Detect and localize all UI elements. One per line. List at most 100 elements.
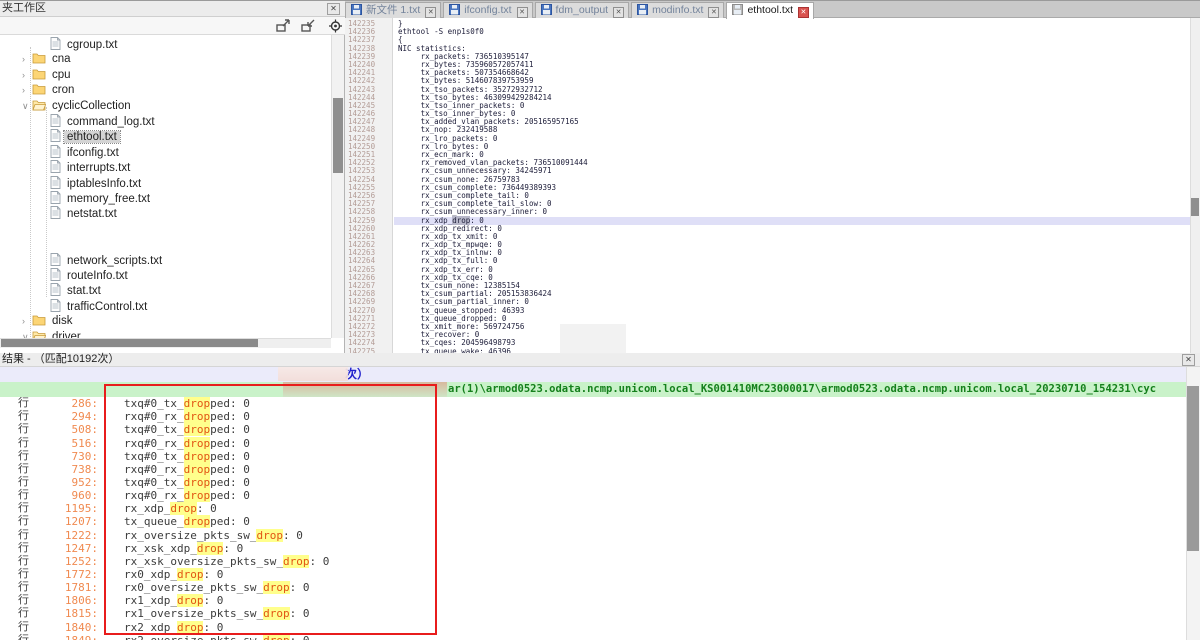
result-line-number: 1840: [38,621,98,634]
tab-close-icon[interactable]: ✕ [517,7,528,18]
workspace-panel-title: 夹工作区 [0,2,46,14]
tab-close-icon[interactable]: ✕ [708,7,719,18]
editor-line-text: rx_xdp_tx_mpwqe: 0 [394,241,1190,249]
row-label: 行 [18,542,29,555]
folder-icon [32,68,46,80]
result-line-number: 952: [38,476,98,489]
tree-file-command-log-txt[interactable]: command_log.txt [50,114,158,129]
tab-label: fdm_output [556,4,609,16]
editor-line-text: rx_xdp_tx_full: 0 [394,257,1190,265]
tree-item-label: trafficControl.txt [64,301,150,313]
row-label: 行 [18,397,29,410]
tree-item-label: cgroup.txt [64,39,121,51]
tree-folder-disk[interactable]: › disk [22,314,75,329]
editor-line-text: rx_xdp_tx_err: 0 [394,266,1190,274]
chevron-right-icon[interactable]: › [22,314,32,329]
editor-line-text: tx_cqes: 204596498793 [394,339,1190,347]
row-label: 行 [18,555,29,568]
editor-line-text: rx_xdp_tx_inlnw: 0 [394,249,1190,257]
file-icon [50,176,61,189]
results-vertical-scrollbar-thumb[interactable] [1187,386,1199,551]
file-icon [50,299,61,312]
tree-item-label: network_scripts.txt [64,255,165,267]
tree-folder-driver[interactable]: ∨ driver [22,330,84,338]
tab-ethtool-txt[interactable]: ethtool.txt✕ [726,2,814,19]
workspace-close-icon[interactable]: ✕ [327,3,340,15]
tree-item-label: stat.txt [64,285,104,297]
editor-vertical-scrollbar[interactable] [1190,18,1200,353]
workspace-panel-header: 夹工作区 ✕ [0,1,345,17]
redaction-blur [278,367,348,381]
tab-close-icon[interactable]: ✕ [798,7,809,18]
search-results-header: 结果 - （匹配10192次） ✕ [0,353,1200,367]
tree-file-stat-txt[interactable]: stat.txt [50,283,104,298]
chevron-down-icon[interactable]: ∨ [22,99,32,114]
editor-line: 142236ethtool -S enp1s0f0 [345,28,1190,36]
tab-label: modinfo.txt [652,4,703,16]
file-icon [50,191,61,204]
tree-folder-cpu[interactable]: › cpu [22,68,74,83]
editor-line-text: rx_xdp_tx_xmit: 0 [394,233,1190,241]
tab-label: 新文件 1.txt [366,4,420,16]
tree-folder-cna[interactable]: › cna [22,52,74,67]
chevron-right-icon[interactable]: › [22,68,32,83]
result-line-number: 1195: [38,502,98,515]
file-icon [50,114,61,127]
tree-item-label: cpu [49,69,74,81]
editor-content[interactable]: 142235}142236ethtool -S enp1s0f0142237{1… [345,20,1190,353]
tree-file-network-scripts-txt[interactable]: network_scripts.txt [50,253,165,268]
tree-file-interrupts-txt[interactable]: interrupts.txt [50,160,133,175]
tree-file-netstat-txt[interactable]: netstat.txt [50,206,120,221]
row-label: 行 [18,410,29,423]
tab-modinfo-txt[interactable]: modinfo.txt ✕ [631,2,724,18]
row-label: 行 [18,515,29,528]
tree-file-memory-free-txt[interactable]: memory_free.txt [50,191,153,206]
tree-file-routeinfo-txt[interactable]: routeInfo.txt [50,268,131,283]
expand-all-icon[interactable] [276,19,291,33]
collapse-all-icon[interactable] [301,19,316,33]
tree-folder-cycliccollection[interactable]: ∨ cyclicCollection [22,99,134,114]
tree-folder-cron[interactable]: › cron [22,83,77,98]
tab-fdm-output[interactable]: fdm_output ✕ [535,2,630,18]
result-line-number: 508: [38,423,98,436]
chevron-right-icon[interactable]: › [22,52,32,67]
tree-file-ifconfig-txt[interactable]: ifconfig.txt [50,145,122,160]
result-line-number: 286: [38,397,98,410]
tree-item-label: memory_free.txt [64,193,153,205]
tree-file-cgroup-txt[interactable]: cgroup.txt [50,37,121,52]
tree-guide-line [46,107,47,297]
tree-item-label: cyclicCollection [49,100,134,112]
tree-file-iptablesinfo-txt[interactable]: iptablesInfo.txt [50,176,144,191]
file-tree: cgroup.txt› cna› cpu› cron∨ cyclicCollec… [0,35,331,338]
tree-item-label: command_log.txt [64,116,158,128]
editor-vertical-scrollbar-thumb[interactable] [1191,198,1199,216]
editor-line: 142237{ [345,36,1190,44]
chevron-right-icon[interactable]: › [22,83,32,98]
tab--1-txt[interactable]: 新文件 1.txt ✕ [345,2,441,18]
tab-close-icon[interactable]: ✕ [613,7,624,18]
tab-close-icon[interactable]: ✕ [425,7,436,18]
tree-horizontal-scrollbar-thumb[interactable] [1,339,258,347]
locate-file-icon[interactable] [328,19,343,33]
file-icon [50,283,61,296]
tab-ifconfig-txt[interactable]: ifconfig.txt✕ [443,2,532,18]
result-line-number: 1815: [38,607,98,620]
tree-item-label: cna [49,53,74,65]
result-line-number: 294: [38,410,98,423]
tree-file-ethtool-txt[interactable]: ethtool.txt [50,129,120,144]
tree-file-trafficcontrol-txt[interactable]: trafficControl.txt [50,299,150,314]
file-icon [50,129,61,142]
redaction-blur [560,324,626,354]
tree-vertical-scrollbar[interactable] [331,35,344,338]
result-line-number: 1207: [38,515,98,528]
tree-item-label: iptablesInfo.txt [64,178,144,190]
row-label: 行 [18,568,29,581]
save-file-icon [732,4,743,15]
chevron-down-icon[interactable]: ∨ [22,330,32,338]
results-close-icon[interactable]: ✕ [1182,354,1195,366]
row-label: 行 [18,476,29,489]
editor-line-text: rx_xdp_redirect: 0 [394,225,1190,233]
tree-item-label: netstat.txt [64,208,120,220]
result-line-number: 1806: [38,594,98,607]
tree-vertical-scrollbar-thumb[interactable] [333,98,343,173]
